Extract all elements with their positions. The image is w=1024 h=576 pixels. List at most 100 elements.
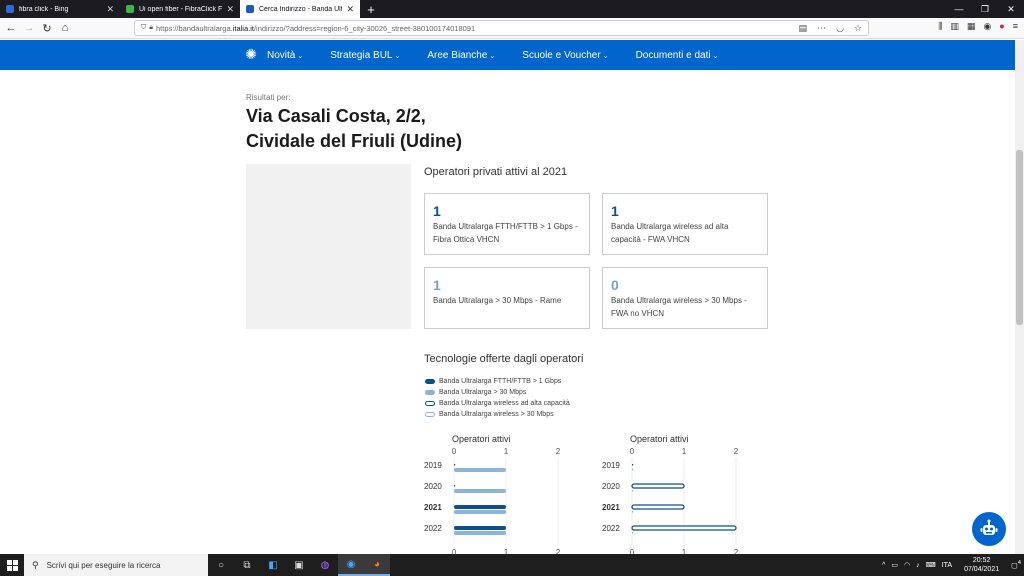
menu-item-strategia[interactable]: Strategia BUL ⌄ (330, 50, 400, 61)
taskbar-search[interactable]: ⚲ Scrivi qui per eseguire la ricerca (24, 554, 208, 576)
chevron-down-icon: ⌄ (489, 52, 496, 60)
url-text: https://bandaultralarga.italia.it/indiri… (155, 23, 476, 33)
bar-zero-marker (632, 511, 634, 513)
chevron-down-icon: ⌄ (297, 52, 304, 60)
system-tray: ^ ▭ ◠ ♪ ⌨ ITA 20:52 07/04/2021 ▢4 (879, 554, 1024, 576)
axis-tick-label-top: 2 (556, 447, 561, 456)
menu-item-scuole[interactable]: Scuole e Voucher ⌄ (522, 50, 608, 61)
browser-tab[interactable]: fibra click - Bing ✕ (0, 0, 120, 18)
operator-count: 1 (611, 203, 619, 219)
operator-card-rame: 1 Banda Ultralarga > 30 Mbps - Rame (424, 267, 590, 329)
windows-taskbar: ⚲ Scrivi qui per eseguire la ricerca ○ ⧉… (0, 554, 1024, 576)
minimize-icon[interactable]: — (946, 0, 972, 18)
close-tab-icon[interactable]: ✕ (226, 4, 234, 15)
tab-title: fibra click - Bing (19, 5, 69, 13)
menu-item-documenti[interactable]: Documenti e dati ⌄ (636, 50, 719, 61)
page-actions-icon[interactable]: ⋯ (817, 23, 826, 34)
new-tab-button[interactable]: + (360, 0, 382, 18)
legend-item: Banda Ultralarga FTTH/FTTB > 1 Gbps (425, 376, 570, 387)
menu-icon[interactable]: ≡ (1013, 21, 1018, 32)
bar-zero-marker (632, 490, 634, 492)
bar (454, 505, 506, 509)
axis-tick-label-top: 2 (734, 447, 739, 456)
operator-desc: Banda Ultralarga wireless > 30 Mbps - FW… (611, 296, 747, 318)
reload-icon[interactable]: ↻ (38, 22, 56, 35)
wifi-icon[interactable]: ◠ (904, 561, 910, 569)
legend-label: Banda Ultralarga wireless > 30 Mbps (439, 411, 554, 418)
forward-icon[interactable]: → (20, 22, 38, 34)
pocket-icon[interactable]: ◡ (836, 23, 844, 34)
messenger-icon[interactable]: ◍ (312, 554, 338, 576)
maximize-icon[interactable]: ❐ (972, 0, 998, 18)
browser-nav-bar: ← → ↻ ⌂ ⛉ 🔒︎ https://bandaultralarga.ita… (0, 18, 1024, 39)
bar-zero-marker (632, 469, 634, 471)
category-label: 2021 (602, 503, 620, 512)
close-tab-icon[interactable]: ✕ (106, 4, 114, 15)
axis-tick-label-top: 1 (682, 447, 687, 456)
close-tab-icon[interactable]: ✕ (346, 4, 354, 15)
chevron-down-icon: ⌄ (712, 52, 719, 60)
reader-icon[interactable]: ▦ (967, 21, 976, 32)
bar (631, 483, 685, 489)
bar-zero-marker (632, 532, 634, 534)
axis-tick-label-top: 0 (452, 447, 457, 456)
chatbot-button[interactable] (972, 512, 1006, 546)
store-icon[interactable]: ▣ (286, 554, 312, 576)
search-placeholder: Scrivi qui per eseguire la ricerca (46, 560, 161, 570)
extension-icon[interactable]: ● (999, 21, 1004, 32)
legend-label: Banda Ultralarga FTTH/FTTB > 1 Gbps (439, 378, 562, 385)
keyboard-icon[interactable]: ⌨ (926, 561, 936, 569)
task-view-icon[interactable]: ⧉ (234, 554, 260, 576)
clock[interactable]: 20:52 07/04/2021 (961, 556, 1002, 574)
operator-desc: Banda Ultralarga wireless ad alta capaci… (611, 222, 729, 244)
site-logo-icon[interactable]: ✺ (244, 47, 258, 61)
bar-zero-marker (454, 485, 456, 487)
address-line-1: Via Casali Costa, 2/2, (246, 106, 426, 126)
sidebar-icon[interactable]: ▥ (950, 21, 959, 32)
operator-card-fwa-vhcn: 1 Banda Ultralarga wireless ad alta capa… (602, 193, 768, 255)
network-icon[interactable]: ▭ (891, 561, 898, 569)
address-line-2: Cividale del Friuli (Udine) (246, 131, 463, 151)
notifications-icon[interactable]: ▢4 (1011, 560, 1021, 569)
legend-item: Banda Ultralarga > 30 Mbps (425, 387, 570, 398)
app-icon[interactable]: ◧ (260, 554, 286, 576)
chart-legend: Banda Ultralarga FTTH/FTTB > 1 Gbps Band… (425, 376, 570, 420)
bar-zero-marker (632, 464, 634, 466)
operator-count: 0 (611, 277, 619, 293)
firefox-icon[interactable]: ◕ (364, 554, 390, 576)
volume-icon[interactable]: ♪ (916, 562, 920, 569)
browser-app-icon[interactable]: ◉ (338, 554, 364, 576)
toolbar-right: ⫼ ▥ ▦ ◉ ● ≡ (938, 21, 1018, 32)
chevron-up-icon[interactable]: ^ (882, 562, 885, 569)
close-window-icon[interactable]: ✕ (998, 0, 1024, 18)
chart-wired: 0011222019202020212022 (424, 447, 561, 554)
cortana-icon[interactable]: ○ (208, 554, 234, 576)
shield-icon: ⛉ (141, 24, 147, 31)
browser-tab[interactable]: Ui open fiber - FibraClick Forum ✕ (120, 0, 240, 18)
back-icon[interactable]: ← (2, 22, 20, 34)
legend-item: Banda Ultralarga wireless > 30 Mbps (425, 409, 570, 420)
start-button[interactable] (0, 554, 24, 576)
legend-swatch (425, 390, 435, 395)
menu-item-novita[interactable]: Novità ⌄ (267, 50, 303, 61)
category-label: 2019 (424, 461, 442, 470)
home-icon[interactable]: ⌂ (56, 22, 74, 34)
bar (454, 510, 506, 514)
browser-tab-active[interactable]: Cerca Indirizzo - Banda Ultra Larga ✕ (240, 0, 360, 18)
reader-view-icon[interactable]: ▤ (799, 23, 808, 34)
account-icon[interactable]: ◉ (983, 21, 991, 32)
url-bar[interactable]: ⛉ 🔒︎ https://bandaultralarga.italia.it/i… (134, 20, 869, 36)
category-label: 2020 (602, 482, 620, 491)
tab-title: Ui open fiber - FibraClick Forum (139, 5, 223, 13)
menu-item-aree-bianche[interactable]: Aree Bianche ⌄ (427, 50, 495, 61)
chevron-down-icon: ⌄ (602, 52, 609, 60)
operator-count: 1 (433, 277, 441, 293)
language-indicator[interactable]: ITA (942, 562, 952, 569)
bar (454, 531, 506, 535)
scrollbar-thumb[interactable] (1016, 150, 1023, 325)
legend-swatch (425, 412, 435, 417)
operator-count: 1 (433, 203, 441, 219)
library-icon[interactable]: ⫼ (938, 21, 942, 32)
bookmark-star-icon[interactable]: ☆ (854, 23, 862, 34)
page-scrollbar[interactable] (1015, 40, 1024, 554)
